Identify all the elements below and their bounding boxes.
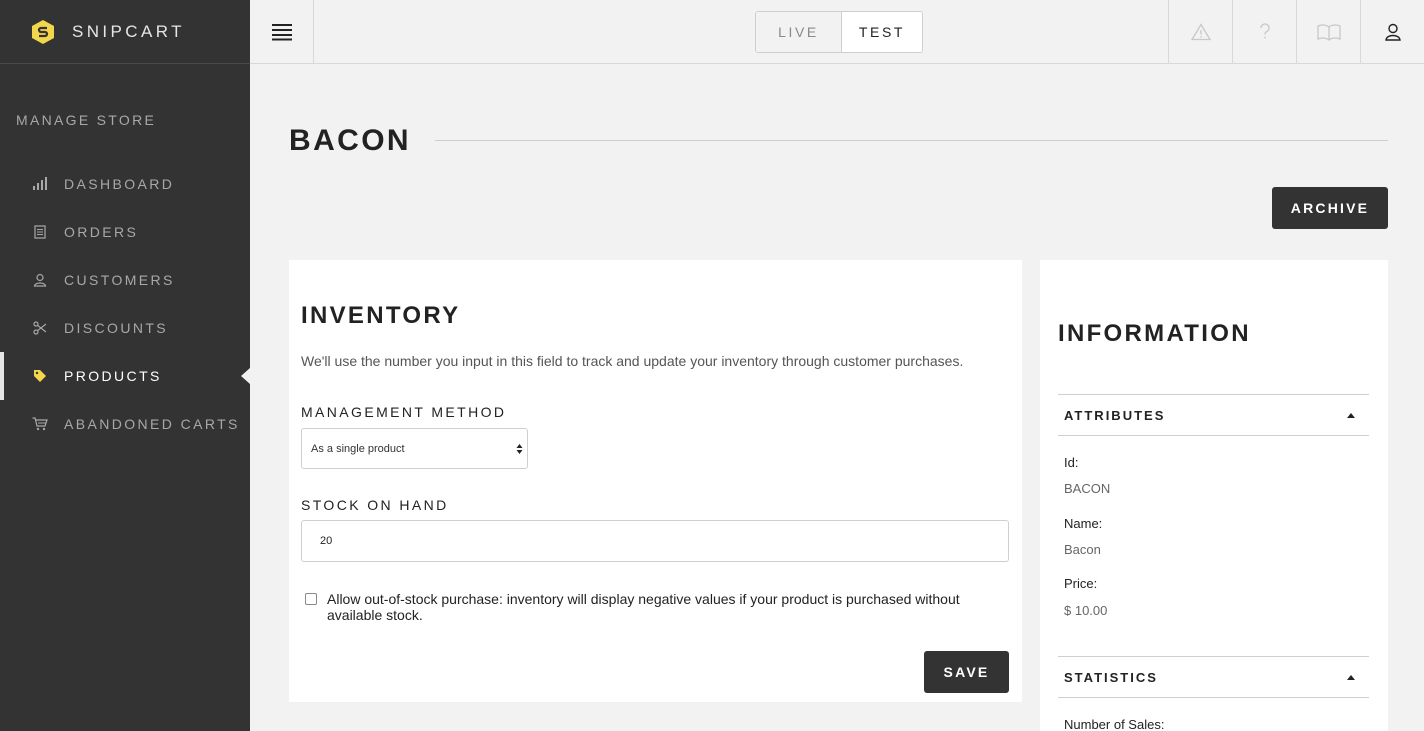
allow-out-of-stock-checkbox[interactable] xyxy=(305,593,317,605)
topbar-icons xyxy=(1168,0,1424,63)
information-title: INFORMATION xyxy=(1058,320,1251,347)
environment-switch: LIVE TEST xyxy=(755,11,923,53)
archive-button[interactable]: ARCHIVE xyxy=(1272,187,1388,229)
receipt-icon xyxy=(32,224,48,240)
inventory-description: We'll use the number you input in this f… xyxy=(301,353,964,369)
env-test-button[interactable]: TEST xyxy=(841,12,922,52)
account-button[interactable] xyxy=(1360,0,1424,63)
snipcart-logo-icon xyxy=(32,19,54,44)
env-live-button[interactable]: LIVE xyxy=(756,12,841,52)
management-method-value: As a single product xyxy=(311,442,405,455)
tag-icon xyxy=(32,368,48,384)
sidebar-item-dashboard[interactable]: DASHBOARD xyxy=(0,160,250,208)
management-method-select[interactable]: As a single product xyxy=(301,428,528,469)
docs-button[interactable] xyxy=(1296,0,1360,63)
inventory-title: INVENTORY xyxy=(301,302,461,329)
information-card: INFORMATION ATTRIBUTES Id: BACON Name: B… xyxy=(1040,260,1388,731)
sidebar-nav: DASHBOARD ORDERS CUSTOMERS DISCOUNTS PRO… xyxy=(0,160,250,448)
statistic-label: Number of Sales: xyxy=(1064,717,1165,731)
warning-icon xyxy=(1190,22,1211,40)
select-arrows-icon xyxy=(516,444,523,454)
caret-up-icon xyxy=(1347,413,1355,418)
sidebar-item-label: ORDERS xyxy=(64,224,139,240)
attribute-value: Bacon xyxy=(1064,542,1101,557)
bar-chart-icon xyxy=(32,176,48,192)
attribute-label: Id: xyxy=(1064,455,1079,470)
statistics-accordion-header[interactable]: STATISTICS xyxy=(1058,656,1369,698)
sidebar-item-customers[interactable]: CUSTOMERS xyxy=(0,256,250,304)
management-method-label: MANAGEMENT METHOD xyxy=(301,404,507,420)
inventory-card: INVENTORY We'll use the number you input… xyxy=(289,260,1022,702)
attribute-label: Price: xyxy=(1064,576,1098,591)
sidebar-item-orders[interactable]: ORDERS xyxy=(0,208,250,256)
allow-out-of-stock-label: Allow out-of-stock purchase: inventory w… xyxy=(327,591,960,623)
user-icon xyxy=(32,272,48,288)
brand[interactable]: SNIPCART xyxy=(0,0,250,64)
scissors-icon xyxy=(32,320,48,336)
attributes-accordion-header[interactable]: ATTRIBUTES xyxy=(1058,394,1369,436)
attribute-value: $ 10.00 xyxy=(1064,603,1108,618)
sidebar-item-label: CUSTOMERS xyxy=(64,272,175,288)
sidebar-item-products[interactable]: PRODUCTS xyxy=(0,352,250,400)
help-icon xyxy=(1259,22,1270,38)
stock-on-hand-value: 20 xyxy=(320,535,333,547)
sidebar-item-label: PRODUCTS xyxy=(64,368,162,384)
sidebar-item-label: DISCOUNTS xyxy=(64,320,169,336)
attribute-value: BACON xyxy=(1064,481,1111,496)
statistics-header-label: STATISTICS xyxy=(1064,669,1158,685)
brand-name: SNIPCART xyxy=(72,21,185,41)
caret-up-icon xyxy=(1347,675,1355,680)
warnings-button[interactable] xyxy=(1168,0,1232,63)
sidebar-item-abandoned-carts[interactable]: ABANDONED CARTS xyxy=(0,400,250,448)
title-divider xyxy=(435,140,1388,141)
docs-book-icon xyxy=(1316,23,1341,41)
save-button[interactable]: SAVE xyxy=(924,651,1009,693)
sidebar-item-label: ABANDONED CARTS xyxy=(64,416,240,432)
stock-on-hand-label: STOCK ON HAND xyxy=(301,497,449,513)
sidebar-item-discounts[interactable]: DISCOUNTS xyxy=(0,304,250,352)
sidebar-item-label: DASHBOARD xyxy=(64,176,175,192)
attribute-label: Name: xyxy=(1064,516,1103,531)
section-title: MANAGE STORE xyxy=(16,112,157,128)
topbar: LIVE TEST xyxy=(250,0,1424,64)
stock-on-hand-input[interactable]: 20 xyxy=(301,520,1009,562)
help-button[interactable] xyxy=(1232,0,1296,63)
hamburger-menu-icon xyxy=(271,23,292,40)
account-icon xyxy=(1384,23,1401,41)
attributes-header-label: ATTRIBUTES xyxy=(1064,407,1166,423)
cart-icon xyxy=(32,416,48,432)
page-title: BACON xyxy=(289,124,411,157)
menu-button[interactable] xyxy=(250,0,314,63)
sidebar: SNIPCART MANAGE STORE DASHBOARD ORDERS C… xyxy=(0,0,250,731)
